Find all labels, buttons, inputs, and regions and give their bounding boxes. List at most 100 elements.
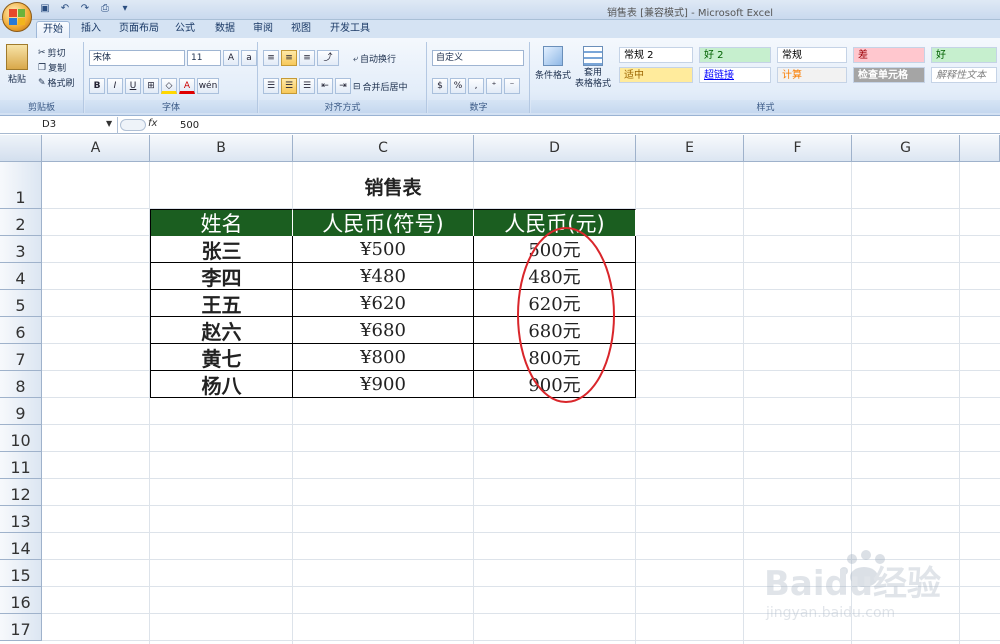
select-all-corner[interactable] <box>0 135 42 162</box>
align-center-icon[interactable]: ☰ <box>281 78 297 94</box>
cell-rmb-symbol[interactable]: ¥500 <box>293 236 474 263</box>
row-header[interactable]: 12 <box>0 479 42 506</box>
format-painter-button[interactable]: ✎ 格式刷 <box>38 76 75 90</box>
cell-name[interactable]: 李四 <box>150 263 293 290</box>
cell-rmb-symbol[interactable]: ¥900 <box>293 371 474 398</box>
row-header[interactable]: 8 <box>0 371 42 398</box>
wrap-text-button[interactable]: ⤶ 自动换行 <box>353 52 396 66</box>
name-box-dropdown-icon[interactable]: ▼ <box>106 119 112 128</box>
font-name-select[interactable]: 宋体 <box>89 50 185 66</box>
style-cell[interactable]: 计算 <box>777 67 847 83</box>
column-header[interactable]: E <box>636 135 744 162</box>
copy-button[interactable]: ❐ 复制 <box>38 61 66 75</box>
column-header[interactable]: G <box>852 135 960 162</box>
row-header[interactable]: 4 <box>0 263 42 290</box>
row-header[interactable]: 7 <box>0 344 42 371</box>
paste-button[interactable]: 粘贴 <box>6 44 28 85</box>
header-rmb-yuan[interactable]: 人民币(元) <box>474 209 636 236</box>
tab-home[interactable]: 开始 <box>36 21 70 38</box>
italic-button[interactable]: I <box>107 78 123 94</box>
bold-button[interactable]: B <box>89 78 105 94</box>
tab-page-layout[interactable]: 页面布局 <box>114 21 164 38</box>
cell-rmb-yuan[interactable]: 900元 <box>474 371 636 398</box>
tab-review[interactable]: 审阅 <box>248 21 278 38</box>
row-header[interactable]: 15 <box>0 560 42 587</box>
row-header[interactable]: 11 <box>0 452 42 479</box>
header-rmb-symbol[interactable]: 人民币(符号) <box>293 209 474 236</box>
style-cell[interactable]: 好 2 <box>699 47 771 63</box>
style-cell[interactable]: 检查单元格 <box>853 67 925 83</box>
align-right-icon[interactable]: ☰ <box>299 78 315 94</box>
style-cell[interactable]: 常规 2 <box>619 47 693 63</box>
column-header[interactable]: D <box>474 135 636 162</box>
tab-data[interactable]: 数据 <box>210 21 240 38</box>
column-header[interactable]: A <box>42 135 150 162</box>
row-header[interactable]: 6 <box>0 317 42 344</box>
cell-name[interactable]: 杨八 <box>150 371 293 398</box>
sheet-title[interactable]: 销售表 <box>150 162 636 209</box>
cell-name[interactable]: 黄七 <box>150 344 293 371</box>
row-header[interactable]: 1 <box>0 162 42 209</box>
row-header[interactable]: 13 <box>0 506 42 533</box>
cut-button[interactable]: ✂ 剪切 <box>38 46 66 60</box>
row-header[interactable]: 16 <box>0 587 42 614</box>
fill-color-icon[interactable]: ◇ <box>161 78 177 94</box>
decrease-indent-icon[interactable]: ⇤ <box>317 78 333 94</box>
increase-indent-icon[interactable]: ⇥ <box>335 78 351 94</box>
conditional-format-button[interactable]: 条件格式 <box>535 46 571 81</box>
formula-bar-toggle[interactable] <box>120 119 146 131</box>
currency-icon[interactable]: $ <box>432 78 448 94</box>
column-header[interactable]: C <box>293 135 474 162</box>
tab-developer[interactable]: 开发工具 <box>326 21 374 38</box>
header-name[interactable]: 姓名 <box>150 209 293 236</box>
row-header[interactable]: 17 <box>0 614 42 641</box>
cell-name[interactable]: 王五 <box>150 290 293 317</box>
align-left-icon[interactable]: ☰ <box>263 78 279 94</box>
align-top-icon[interactable]: ≡ <box>263 50 279 66</box>
underline-button[interactable]: U <box>125 78 141 94</box>
cell-rmb-yuan[interactable]: 500元 <box>474 236 636 263</box>
increase-decimal-icon[interactable]: ⁺ <box>486 78 502 94</box>
cell-rmb-yuan[interactable]: 800元 <box>474 344 636 371</box>
insert-function-icon[interactable]: fx <box>148 118 157 129</box>
row-header[interactable]: 14 <box>0 533 42 560</box>
cell-name[interactable]: 张三 <box>150 236 293 263</box>
table-format-button[interactable]: 套用 表格格式 <box>575 46 611 90</box>
column-header-overflow[interactable] <box>960 135 1000 162</box>
decrease-decimal-icon[interactable]: ⁻ <box>504 78 520 94</box>
column-header[interactable]: B <box>150 135 293 162</box>
orientation-icon[interactable]: ⤴ <box>317 50 339 66</box>
row-header[interactable]: 5 <box>0 290 42 317</box>
phonetic-button[interactable]: wén <box>197 78 219 94</box>
row-header[interactable]: 2 <box>0 209 42 236</box>
cell-rmb-symbol[interactable]: ¥800 <box>293 344 474 371</box>
row-header[interactable]: 3 <box>0 236 42 263</box>
formula-input[interactable]: 500 <box>180 117 199 134</box>
cell-rmb-yuan[interactable]: 480元 <box>474 263 636 290</box>
align-bottom-icon[interactable]: ≡ <box>299 50 315 66</box>
name-box[interactable]: D3 <box>0 117 118 134</box>
font-size-select[interactable]: 11 <box>187 50 221 66</box>
shrink-font-icon[interactable]: a <box>241 50 257 66</box>
style-cell[interactable]: 差 <box>853 47 925 63</box>
row-header[interactable]: 9 <box>0 398 42 425</box>
merge-center-button[interactable]: ⊟ 合并后居中 <box>353 80 408 94</box>
cell-rmb-symbol[interactable]: ¥620 <box>293 290 474 317</box>
cell-rmb-yuan[interactable]: 680元 <box>474 317 636 344</box>
number-format-select[interactable]: 自定义 <box>432 50 524 66</box>
column-header[interactable]: F <box>744 135 852 162</box>
grow-font-icon[interactable]: A <box>223 50 239 66</box>
percent-button[interactable]: % <box>450 78 466 94</box>
comma-icon[interactable]: , <box>468 78 484 94</box>
style-cell[interactable]: 超链接 <box>699 67 771 83</box>
style-cell[interactable]: 适中 <box>619 67 693 83</box>
style-cell[interactable]: 好 <box>931 47 997 63</box>
font-color-icon[interactable]: A <box>179 78 195 94</box>
tab-formulas[interactable]: 公式 <box>170 21 200 38</box>
cell-rmb-symbol[interactable]: ¥680 <box>293 317 474 344</box>
office-button[interactable] <box>2 2 32 32</box>
cell-name[interactable]: 赵六 <box>150 317 293 344</box>
tab-view[interactable]: 视图 <box>286 21 316 38</box>
row-header[interactable]: 10 <box>0 425 42 452</box>
style-cell[interactable]: 常规 <box>777 47 847 63</box>
